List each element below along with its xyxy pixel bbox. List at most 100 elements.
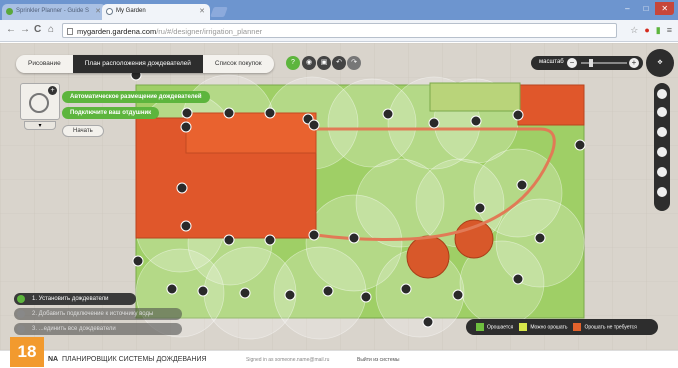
sprinkler bbox=[512, 109, 524, 121]
url-field[interactable]: mygarden.gardena.com/ru/#/designer/irrig… bbox=[62, 23, 617, 38]
legend-label: Можно орошать bbox=[530, 324, 568, 331]
coverage-legend: Орошается Можно орошать Орошать не требу… bbox=[466, 319, 658, 335]
tab-label: Sprinkler Planner - Guide S bbox=[16, 8, 90, 14]
reload-button[interactable]: C bbox=[34, 24, 41, 35]
garden-planner-app: Рисование План расположения дождевателей… bbox=[0, 43, 678, 350]
tab-drawing[interactable]: Рисование bbox=[16, 55, 73, 73]
sprinkler bbox=[180, 220, 192, 232]
zoom-control: масштаб − + bbox=[531, 56, 643, 70]
new-tab-button[interactable] bbox=[210, 7, 228, 17]
close-window-button[interactable]: ✕ bbox=[655, 2, 675, 15]
undo-icon[interactable]: ↶ bbox=[332, 56, 346, 70]
step-add-water-source[interactable]: 2. Добавить подключение к источнику воды bbox=[14, 308, 182, 320]
step-dot-icon bbox=[17, 310, 25, 318]
legend-label: Орошается bbox=[487, 324, 514, 331]
sprinkler bbox=[422, 316, 434, 328]
forward-button[interactable]: → bbox=[20, 24, 30, 35]
maximize-button[interactable]: □ bbox=[637, 2, 656, 15]
logout-link[interactable]: Выйти из системы bbox=[357, 351, 400, 368]
redo-icon[interactable]: ↷ bbox=[347, 56, 361, 70]
rotate-icon[interactable] bbox=[657, 89, 667, 99]
page-icon bbox=[67, 28, 73, 35]
sprinkler-selector[interactable]: + bbox=[20, 83, 60, 120]
pipe-icon[interactable] bbox=[657, 127, 667, 137]
star-icon[interactable]: ☆ bbox=[630, 25, 638, 36]
sprinkler bbox=[512, 273, 524, 285]
legend-swatch bbox=[519, 323, 528, 331]
tab-shopping-list[interactable]: Список покупок bbox=[202, 55, 274, 73]
zoom-in-button[interactable]: + bbox=[629, 58, 639, 68]
window-controls: – □ ✕ bbox=[618, 2, 675, 15]
zoom-slider-thumb[interactable] bbox=[589, 59, 593, 67]
minimize-button[interactable]: – bbox=[618, 2, 637, 15]
signed-in-text: Signed in as someone.name@mail.ru bbox=[246, 357, 330, 363]
shed-area bbox=[517, 84, 585, 126]
step-label: 2. Добавить подключение к источнику воды bbox=[32, 311, 154, 317]
legend-item: Можно орошать bbox=[519, 323, 567, 331]
controller-icon[interactable] bbox=[657, 167, 667, 177]
legend-label: Орошать не требуется bbox=[584, 324, 637, 331]
legend-swatch bbox=[476, 323, 484, 331]
sprinkler bbox=[308, 229, 320, 241]
browser-tab-sprinkler-guide[interactable]: Sprinkler Planner - Guide S ✕ bbox=[2, 4, 106, 20]
tab-sprinkler-plan[interactable]: План расположения дождевателей bbox=[72, 55, 203, 73]
panel-collapse-button[interactable]: ▾ bbox=[24, 121, 56, 130]
sprinkler bbox=[176, 182, 188, 194]
sprinkler bbox=[264, 107, 276, 119]
figure-number-label: 18 bbox=[10, 337, 44, 367]
add-sprinkler-icon[interactable]: + bbox=[48, 86, 57, 95]
browser-address-bar: ← → C ⌂ mygarden.gardena.com/ru/#/design… bbox=[0, 20, 678, 42]
sprinkler bbox=[382, 108, 394, 120]
side-tool-strip bbox=[654, 83, 670, 211]
sprinkler bbox=[284, 289, 296, 301]
close-tab-icon[interactable]: ✕ bbox=[95, 7, 101, 15]
layers-icon[interactable]: ▣ bbox=[317, 56, 331, 70]
bed-area bbox=[429, 82, 521, 112]
sprinkler bbox=[197, 285, 209, 297]
browser-tab-bar: Sprinkler Planner - Guide S ✕ My Garden … bbox=[0, 0, 678, 20]
tree-left bbox=[406, 235, 450, 279]
sprinkler bbox=[574, 139, 586, 151]
step-connect-sprinklers[interactable]: 3. ...единить все дождеватели bbox=[14, 323, 182, 335]
sprinkler-icon bbox=[29, 93, 49, 113]
browser-tab-my-garden[interactable]: My Garden ✕ bbox=[102, 4, 210, 20]
back-button[interactable]: ← bbox=[6, 24, 16, 35]
legend-item: Орошать не требуется bbox=[573, 323, 637, 331]
eye-icon[interactable]: ◉ bbox=[302, 56, 316, 70]
auto-place-button[interactable]: Автоматическое размещение дождевателей bbox=[62, 91, 210, 103]
close-tab-icon[interactable]: ✕ bbox=[199, 7, 205, 15]
tab-label: My Garden bbox=[116, 8, 146, 14]
pan-navigation-icon[interactable]: ✥ bbox=[646, 49, 674, 77]
sprinkler bbox=[223, 234, 235, 246]
url-path: /ru/#/designer/irrigation_planner bbox=[156, 27, 263, 36]
step-label: 3. ...единить все дождеватели bbox=[32, 326, 116, 332]
sprinkler bbox=[264, 234, 276, 246]
valve-icon[interactable] bbox=[657, 147, 667, 157]
sprinkler bbox=[322, 285, 334, 297]
start-button[interactable]: Начать bbox=[62, 125, 104, 137]
help-button[interactable]: ? bbox=[286, 56, 300, 70]
opera-icon[interactable]: ● bbox=[644, 25, 649, 36]
zoom-track[interactable] bbox=[581, 62, 627, 64]
legend-swatch bbox=[573, 323, 582, 331]
connect-button[interactable]: Подключите ваш отдушник bbox=[62, 107, 160, 119]
home-button[interactable]: ⌂ bbox=[48, 24, 54, 35]
sprinkler bbox=[223, 107, 235, 119]
delete-icon[interactable] bbox=[657, 187, 667, 197]
planning-steps: 1. Установить дождеватели 2. Добавить по… bbox=[14, 293, 184, 338]
sprinkler bbox=[452, 289, 464, 301]
gardena-favicon-icon bbox=[6, 8, 13, 15]
url-host: mygarden.gardena.com bbox=[77, 27, 157, 36]
step-install-sprinklers[interactable]: 1. Установить дождеватели bbox=[14, 293, 136, 305]
zoom-out-button[interactable]: − bbox=[567, 58, 577, 68]
sprinkler bbox=[181, 107, 193, 119]
page-favicon-icon bbox=[106, 8, 113, 15]
sprinkler bbox=[400, 283, 412, 295]
sprinkler bbox=[132, 255, 144, 267]
signal-icon[interactable]: ▮ bbox=[656, 25, 661, 36]
sprinkler bbox=[428, 117, 440, 129]
nozzle-icon[interactable] bbox=[657, 107, 667, 117]
app-footer: NA ПЛАНИРОВЩИК СИСТЕМЫ ДОЖДЕВАНИЯ Signed… bbox=[0, 350, 678, 368]
zoom-label: масштаб bbox=[539, 59, 564, 65]
wrench-icon[interactable]: ≡ bbox=[667, 25, 672, 36]
